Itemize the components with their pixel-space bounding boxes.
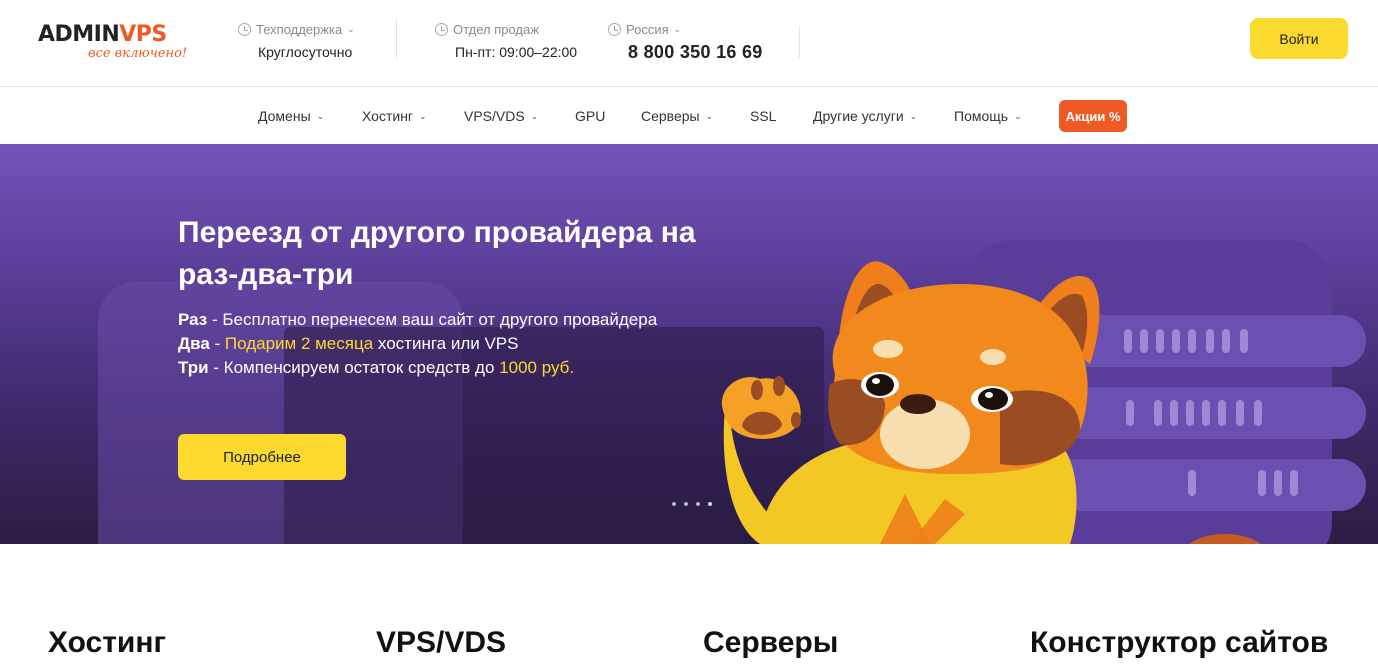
category-servers[interactable]: Серверы — [703, 626, 838, 660]
category-vps[interactable]: VPS/VDS — [376, 626, 506, 660]
promo-button[interactable]: Акции % — [1059, 100, 1127, 132]
logo[interactable]: ADMINVPS все включено! — [38, 22, 208, 66]
sales-info: Отдел продаж Пн-пт: 09:00–22:00 — [435, 20, 577, 60]
clock-icon — [435, 22, 448, 36]
main-nav: Домены ⌄ Хостинг ⌄ VPS/VDS ⌄ GPU Серверы ⌄ S… — [0, 87, 1378, 144]
carousel-dot-active[interactable] — [708, 502, 712, 506]
divider — [799, 26, 800, 58]
nav-item-other-services[interactable]: Другие услуги ⌄ — [813, 108, 917, 124]
step-one: Раз - Бесплатно перенесем ваш сайт от др… — [178, 310, 658, 329]
carousel-dot[interactable] — [696, 502, 700, 506]
nav-item-help[interactable]: Помощь ⌄ — [954, 108, 1022, 124]
chevron-down-icon: ⌄ — [1014, 110, 1022, 121]
chevron-down-icon: ⌄ — [530, 110, 539, 121]
support-label: Техподдержка — [256, 21, 343, 37]
sales-hours: Пн-пт: 09:00–22:00 — [455, 44, 578, 60]
phone-number[interactable]: 8 800 350 16 69 — [608, 42, 763, 63]
chevron-down-icon: ⌄ — [347, 23, 355, 34]
top-bar: ADMINVPS все включено! Техподдержка ⌄ Кру… — [0, 0, 1378, 87]
nav-item-ssl[interactable]: SSL — [750, 108, 776, 124]
login-button[interactable]: Войти — [1250, 18, 1348, 59]
nav-item-gpu[interactable]: GPU — [575, 108, 605, 124]
carousel-dot[interactable] — [672, 502, 676, 506]
sales-label: Отдел продаж — [453, 21, 539, 37]
divider — [396, 18, 397, 60]
hero-banner: Переезд от другого провайдера на раз-два… — [0, 144, 1378, 544]
support-value: Круглосуточно — [258, 44, 353, 60]
region-label[interactable]: Россия — [626, 22, 669, 37]
chevron-down-icon: ⌄ — [909, 110, 918, 121]
support-info[interactable]: Техподдержка ⌄ Круглосуточно — [238, 20, 355, 60]
region-info[interactable]: Россия ⌄ 8 800 350 16 69 — [608, 20, 763, 63]
hero-steps: Раз - Бесплатно перенесем ваш сайт от др… — [178, 308, 657, 380]
clock-icon — [608, 22, 621, 36]
chevron-down-icon: ⌄ — [673, 23, 682, 34]
hero-title: Переезд от другого провайдера на раз-два… — [178, 216, 696, 291]
clock-icon — [238, 22, 251, 36]
carousel-dots — [672, 502, 712, 506]
carousel-dot[interactable] — [684, 502, 688, 506]
category-site-builder[interactable]: Конструктор сайтов — [1030, 626, 1328, 660]
nav-item-domains[interactable]: Домены ⌄ — [258, 108, 324, 124]
step-two: Два - Подарим 2 месяца хостинга или VPS — [178, 334, 519, 353]
category-hosting[interactable]: Хостинг — [48, 626, 166, 660]
nav-item-vps[interactable]: VPS/VDS ⌄ — [464, 108, 538, 124]
nav-item-hosting[interactable]: Хостинг ⌄ — [362, 108, 427, 124]
nav-item-servers[interactable]: Серверы ⌄ — [641, 108, 713, 124]
learn-more-button[interactable]: Подробнее — [178, 434, 346, 480]
logo-wordmark: ADMINVPS — [38, 22, 167, 47]
chevron-down-icon: ⌄ — [419, 110, 427, 121]
chevron-down-icon: ⌄ — [705, 110, 714, 121]
step-three: Три - Компенсируем остаток средств до 10… — [178, 358, 575, 377]
logo-tagline: все включено! — [88, 46, 188, 61]
chevron-down-icon: ⌄ — [316, 110, 325, 121]
